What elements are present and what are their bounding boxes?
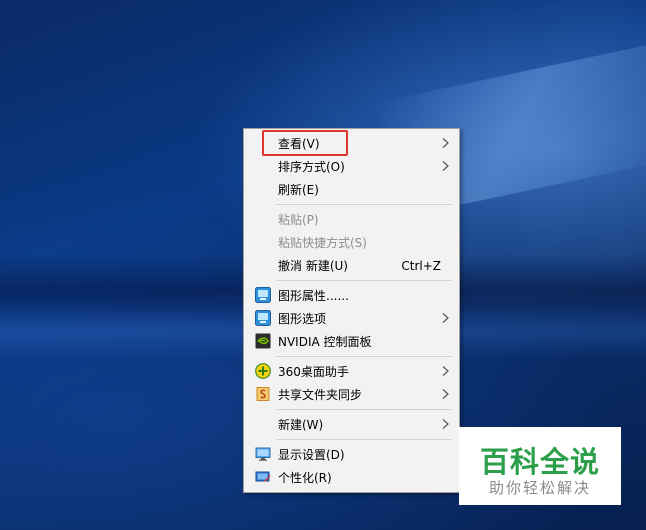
360-icon (255, 363, 271, 379)
menu-item-label: 新建(W) (278, 418, 324, 432)
desktop-context-menu: 查看(V) 排序方式(O) 刷新(E) 粘贴(P) 粘贴快捷方式(S) 撤消 新… (243, 128, 460, 493)
watermark-title: 百科全说 (479, 445, 600, 479)
watermark-subtitle: 助你轻松解决 (488, 479, 591, 497)
chevron-right-icon (442, 138, 449, 148)
menu-separator (277, 280, 451, 281)
watermark-logo: 百科全说 助你轻松解决 (459, 427, 621, 505)
menu-item-360-desktop-assistant[interactable]: 360桌面助手 (244, 360, 459, 383)
menu-item-label: 个性化(R) (278, 471, 332, 485)
menu-item-label: 粘贴(P) (278, 213, 319, 227)
chevron-right-icon (442, 419, 449, 429)
menu-item-label: NVIDIA 控制面板 (278, 335, 372, 349)
menu-item-label: 图形属性...... (278, 289, 349, 303)
menu-item-label: 显示设置(D) (278, 448, 345, 462)
chevron-right-icon (442, 366, 449, 376)
personalize-icon (255, 471, 271, 482)
shared-folder-sync-icon (256, 387, 270, 401)
highlight-annotation-box (262, 130, 348, 156)
menu-item-label: 刷新(E) (278, 183, 319, 197)
nvidia-icon (255, 333, 271, 349)
menu-item-paste-shortcut: 粘贴快捷方式(S) (244, 231, 459, 254)
menu-item-nvidia-control-panel[interactable]: NVIDIA 控制面板 (244, 330, 459, 353)
menu-item-label: 图形选项 (278, 312, 327, 326)
menu-item-graphics-properties[interactable]: 图形属性...... (244, 284, 459, 307)
menu-item-paste: 粘贴(P) (244, 208, 459, 231)
menu-separator (277, 439, 451, 440)
menu-item-personalize[interactable]: 个性化(R) (244, 466, 459, 489)
chevron-right-icon (442, 161, 449, 171)
menu-item-undo-new[interactable]: 撤消 新建(U) Ctrl+Z (244, 254, 459, 277)
menu-item-refresh[interactable]: 刷新(E) (244, 178, 459, 201)
display-icon (255, 447, 271, 461)
menu-item-label: 360桌面助手 (278, 365, 349, 379)
menu-item-label: 共享文件夹同步 (278, 388, 363, 402)
menu-item-sort-by[interactable]: 排序方式(O) (244, 155, 459, 178)
menu-item-shared-folder-sync[interactable]: 共享文件夹同步 (244, 383, 459, 406)
menu-item-label: 粘贴快捷方式(S) (278, 236, 367, 250)
menu-item-display-settings[interactable]: 显示设置(D) (244, 443, 459, 466)
chevron-right-icon (442, 389, 449, 399)
menu-separator (277, 204, 451, 205)
intel-graphics-icon (255, 287, 271, 303)
intel-graphics-icon (255, 310, 271, 326)
menu-item-label: 排序方式(O) (278, 160, 345, 174)
chevron-right-icon (442, 313, 449, 323)
menu-separator (277, 409, 451, 410)
menu-item-new[interactable]: 新建(W) (244, 413, 459, 436)
menu-separator (277, 356, 451, 357)
menu-item-label: 撤消 新建(U) (278, 259, 348, 273)
menu-item-graphics-options[interactable]: 图形选项 (244, 307, 459, 330)
menu-item-shortcut: Ctrl+Z (401, 258, 441, 273)
